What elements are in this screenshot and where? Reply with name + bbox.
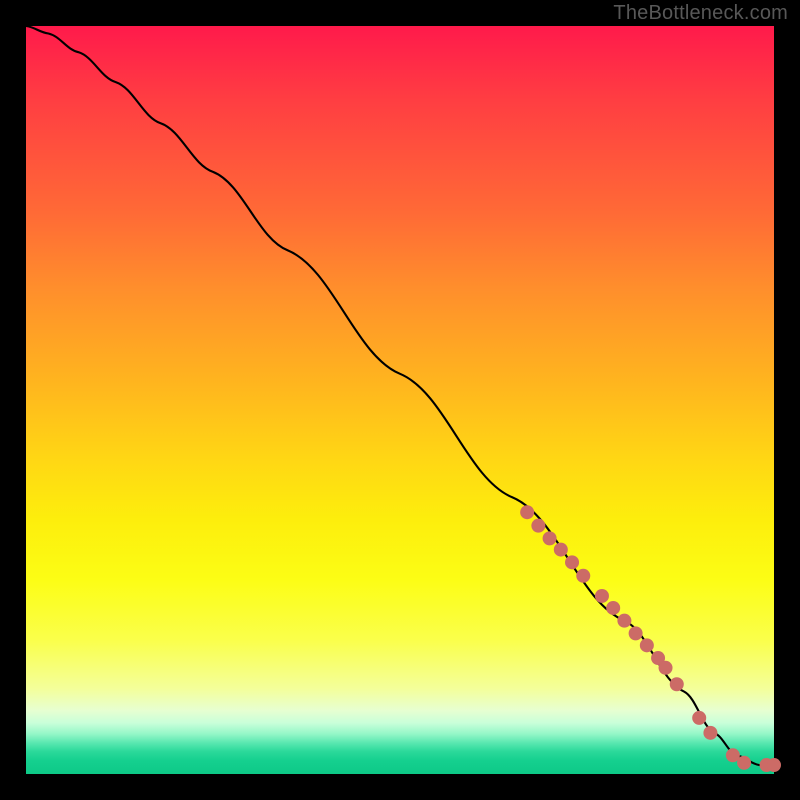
highlight-dot [554, 543, 568, 557]
chart-frame: TheBottleneck.com [0, 0, 800, 800]
highlight-dot [629, 626, 643, 640]
attribution-text: TheBottleneck.com [613, 2, 788, 25]
highlight-dot [659, 661, 673, 675]
highlight-dot [617, 614, 631, 628]
highlight-dot [606, 601, 620, 615]
highlight-dot [737, 756, 751, 770]
chart-svg [26, 26, 774, 774]
highlight-dot [670, 677, 684, 691]
highlight-dot [543, 531, 557, 545]
highlight-dot [703, 726, 717, 740]
highlight-dot [565, 555, 579, 569]
highlight-dots-group [520, 505, 781, 772]
highlight-dot [640, 638, 654, 652]
highlight-dot [576, 569, 590, 583]
highlight-dot [595, 589, 609, 603]
plot-area [26, 26, 774, 774]
highlight-dot [520, 505, 534, 519]
highlight-dot [692, 711, 706, 725]
highlight-dot [767, 758, 781, 772]
highlight-dot [531, 519, 545, 533]
